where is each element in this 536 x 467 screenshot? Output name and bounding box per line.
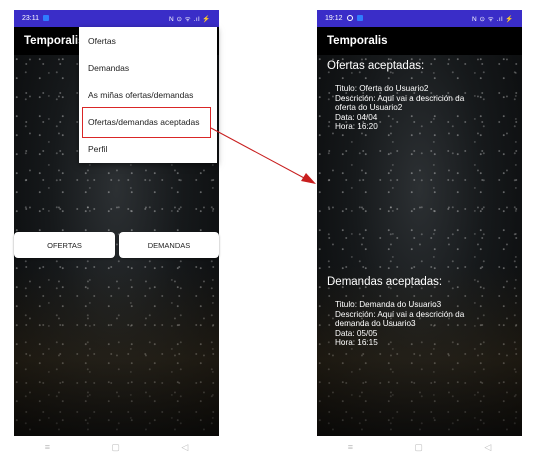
accepted-content: Ofertas aceptadas: Titulo: Oferta do Usu… <box>317 10 522 436</box>
status-bar: 23:11 N ⊙ ᯤ .ıl ⚡ <box>14 10 219 27</box>
arrow-line <box>210 127 307 180</box>
back-nav-icon[interactable]: ◁ <box>181 442 188 453</box>
phone-screen-right: 19:12 N ⊙ ᯤ .ıl ⚡ Temporalis Ofertas ace… <box>317 10 522 436</box>
home-nav-icon[interactable]: ▢ <box>111 442 120 453</box>
arrow-head <box>301 173 316 184</box>
status-time: 23:11 <box>22 15 39 22</box>
demandas-aceptadas-title: Demandas aceptadas: <box>327 276 443 288</box>
overflow-menu: Ofertas Demandas As miñas ofertas/demand… <box>79 27 217 163</box>
oferta-entry: Titulo: Oferta do Usuario2 Descrición: A… <box>335 84 515 132</box>
navigation-bar-left: ≡ ▢ ◁ <box>14 440 219 454</box>
demanda-descricion-line1: Descrición: Aquí vai a descrición da <box>335 309 465 319</box>
menu-item-ofertas[interactable]: Ofertas <box>79 31 217 51</box>
menu-nav-icon[interactable]: ≡ <box>45 442 50 452</box>
status-icons: N ⊙ ᯤ .ıl ⚡ <box>169 16 211 23</box>
highlight-box <box>82 107 211 138</box>
oferta-titulo: Titulo: Oferta do Usuario2 <box>335 84 429 93</box>
notification-icon <box>43 15 49 22</box>
home-nav-icon[interactable]: ▢ <box>414 442 423 453</box>
back-nav-icon[interactable]: ◁ <box>484 442 491 453</box>
navigation-bar-right: ≡ ▢ ◁ <box>317 440 522 454</box>
menu-item-my-offers-demands[interactable]: As miñas ofertas/demandas <box>79 85 217 105</box>
demandas-button[interactable]: DEMANDAS <box>119 232 219 258</box>
app-title: Temporalis <box>24 35 85 47</box>
ofertas-button[interactable]: OFERTAS <box>14 232 115 258</box>
demanda-data: Data: 05/05 <box>335 328 378 338</box>
oferta-descricion-line1: Descrición: Aquí vai a descrición da <box>335 93 465 103</box>
demanda-titulo: Titulo: Demanda do Usuario3 <box>335 300 442 309</box>
oferta-hora: Hora: 16:20 <box>335 122 378 131</box>
menu-nav-icon[interactable]: ≡ <box>348 442 353 452</box>
oferta-data: Data: 04/04 <box>335 112 378 122</box>
demanda-descricion-line2: demanda do Usuario3 <box>335 319 416 328</box>
menu-item-demandas[interactable]: Demandas <box>79 58 217 78</box>
demanda-hora: Hora: 16:15 <box>335 338 378 347</box>
ofertas-aceptadas-title: Ofertas aceptadas: <box>327 60 425 72</box>
demanda-entry: Titulo: Demanda do Usuario3 Descrición: … <box>335 300 515 348</box>
oferta-descricion-line2: oferta do Usuario2 <box>335 103 403 112</box>
menu-item-perfil[interactable]: Perfil <box>79 139 217 159</box>
